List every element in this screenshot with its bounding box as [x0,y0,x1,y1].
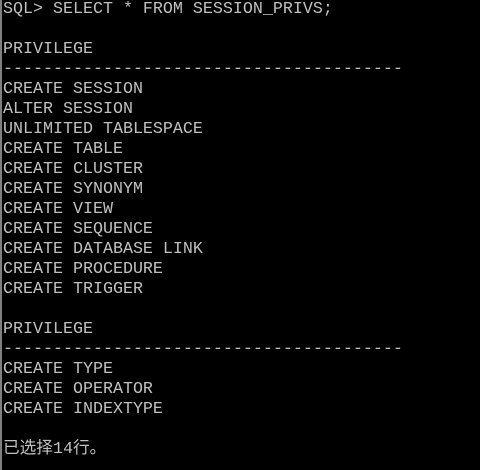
column-separator: ---------------------------------------- [3,340,403,359]
window-border [0,0,2,470]
result-row: CREATE VIEW [3,200,113,219]
result-row: CREATE CLUSTER [3,160,143,179]
result-row: UNLIMITED TABLESPACE [3,120,203,139]
row-count-message: 已选择14行。 [3,440,107,459]
result-row: CREATE DATABASE LINK [3,240,203,259]
result-row: CREATE SEQUENCE [3,220,153,239]
sql-command: SQL> SELECT * FROM SESSION_PRIVS; [3,0,333,19]
column-header: PRIVILEGE [3,320,93,339]
result-row: CREATE SYNONYM [3,180,143,199]
result-row: CREATE SESSION [3,80,143,99]
result-row: CREATE TYPE [3,360,113,379]
result-row: CREATE TABLE [3,140,123,159]
result-row: CREATE PROCEDURE [3,260,163,279]
result-row: ALTER SESSION [3,100,133,119]
result-row: CREATE OPERATOR [3,380,153,399]
result-row: CREATE INDEXTYPE [3,400,163,419]
column-separator: ---------------------------------------- [3,60,403,79]
result-row: CREATE TRIGGER [3,280,143,299]
column-header: PRIVILEGE [3,40,93,59]
terminal-output[interactable]: SQL> SELECT * FROM SESSION_PRIVS; PRIVIL… [3,0,480,460]
